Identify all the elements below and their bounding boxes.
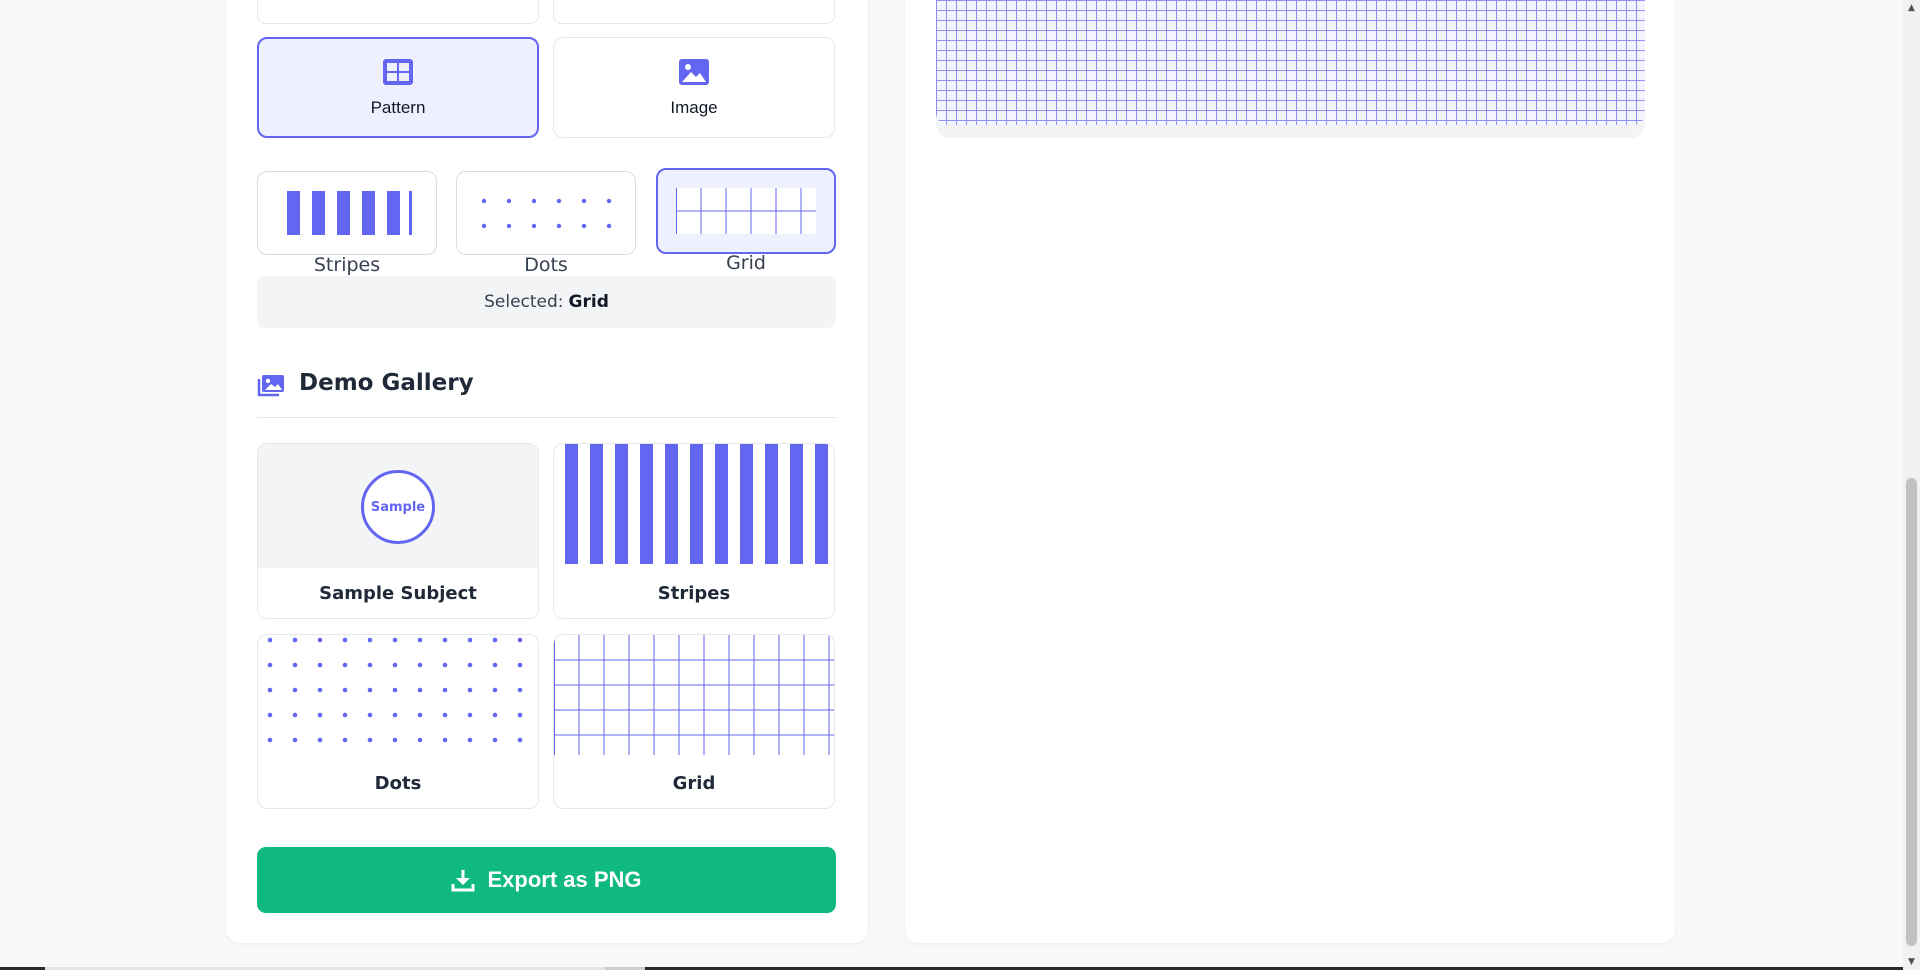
gallery-item-grid[interactable]: Grid (553, 634, 835, 809)
gallery-thumb: Sample (258, 444, 538, 570)
gallery-item-stripes[interactable]: Stripes (553, 443, 835, 619)
pattern-label: Grid (726, 252, 766, 274)
images-icon (257, 374, 285, 402)
scroll-up-icon[interactable]: ▲ (1906, 2, 1917, 14)
selected-value: Grid (568, 292, 609, 312)
grid-preview-icon (676, 188, 816, 234)
selected-prefix: Selected: (484, 292, 564, 312)
gallery-caption: Grid (554, 758, 834, 808)
type-option-image[interactable]: Image (553, 37, 835, 138)
stripes-preview-icon (287, 191, 412, 235)
page-scrollbar[interactable]: ▲ ▼ (1903, 0, 1920, 970)
scrollbar-thumb[interactable] (1906, 478, 1917, 946)
selected-pattern-indicator: Selected: Grid (257, 276, 836, 328)
type-card-partial[interactable] (553, 0, 835, 24)
pattern-option-stripes[interactable] (257, 171, 437, 255)
gallery-caption: Stripes (554, 568, 834, 618)
gallery-item-dots[interactable]: Dots (257, 634, 539, 809)
gallery-item-sample[interactable]: Sample Sample Subject (257, 443, 539, 619)
pattern-label: Stripes (313, 254, 381, 276)
gallery-caption: Sample Subject (258, 568, 538, 618)
image-icon (678, 58, 710, 90)
pattern-preview-canvas (936, 0, 1645, 125)
gallery-thumb (258, 635, 538, 755)
type-option-label: Image (670, 97, 718, 117)
type-option-pattern[interactable]: Pattern (257, 37, 539, 138)
gallery-caption: Dots (258, 758, 538, 808)
gallery-thumb (554, 635, 834, 755)
dots-preview-icon (481, 198, 612, 229)
preview-panel (905, 0, 1675, 943)
export-label: Export as PNG (487, 867, 642, 892)
download-icon (451, 868, 475, 892)
pattern-option-grid[interactable] (656, 168, 836, 254)
pattern-option-dots[interactable] (456, 171, 636, 255)
scroll-down-icon[interactable]: ▼ (1906, 956, 1917, 968)
type-card-partial[interactable] (257, 0, 539, 24)
gallery-title: Demo Gallery (299, 370, 474, 396)
grid-layout-icon (382, 58, 414, 90)
gallery-thumb (554, 444, 834, 564)
pattern-label: Dots (524, 254, 568, 276)
export-png-button[interactable]: Export as PNG (257, 847, 836, 913)
gallery-header: Demo Gallery (257, 368, 836, 418)
sample-badge: Sample (361, 470, 435, 544)
type-option-label: Pattern (370, 97, 426, 117)
